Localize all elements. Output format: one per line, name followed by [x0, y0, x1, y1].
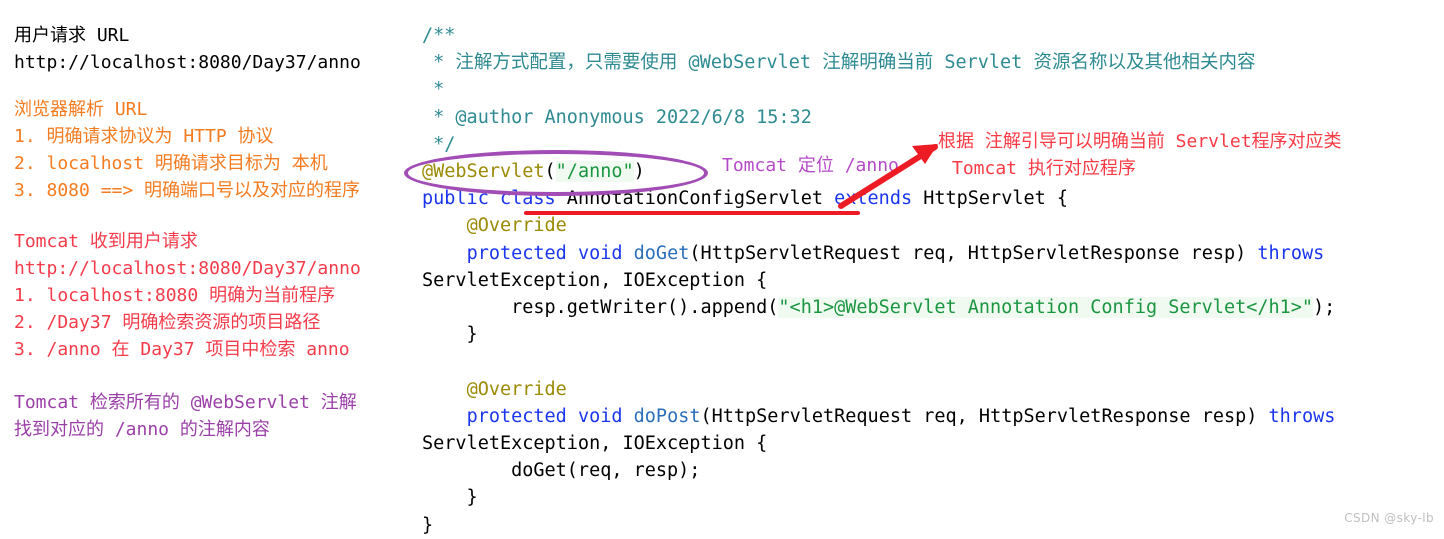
- code-line: * @author Anonymous 2022/6/8 15:32: [422, 104, 1432, 131]
- note-line: 找到对应的 /anno 的注解内容: [14, 419, 270, 440]
- code-line: }: [422, 484, 1432, 511]
- note-line: 浏览器解析 URL: [14, 99, 148, 120]
- code-token-plain: doGet(req, resp);: [422, 460, 701, 482]
- code-token-anno: @Override: [466, 215, 567, 237]
- note-block-tomcat-receives-request: Tomcat 收到用户请求 http://localhost:8080/Day3…: [14, 228, 414, 363]
- annotated-code-figure: 用户请求 URL http://localhost:8080/Day37/ann…: [0, 0, 1444, 536]
- code-line: @Override: [422, 376, 1432, 403]
- code-token-keyword: throws: [1268, 405, 1336, 427]
- code-token-plain: ): [633, 161, 645, 183]
- note-line: 2. /Day37 明确检索资源的项目路径: [14, 312, 321, 333]
- note-line: 1. 明确请求协议为 HTTP 协议: [14, 126, 274, 147]
- java-code-block: /** * 注解方式配置，只需要使用 @WebServlet 注解明确当前 Se…: [422, 22, 1432, 539]
- code-line: protected void doPost(HttpServletRequest…: [422, 403, 1432, 430]
- watermark: CSDN @sky-lb: [1344, 511, 1434, 525]
- code-token-plain: );: [1313, 297, 1336, 319]
- code-token-plain: (HttpServletRequest req, HttpServletResp…: [689, 242, 1258, 264]
- note-line: 3. /anno 在 Day37 项目中检索 anno: [14, 339, 350, 360]
- code-token-plain: }: [422, 487, 478, 509]
- code-token-keyword: extends: [834, 188, 913, 210]
- annotation-red-note-line1: 根据 注解引导可以明确当前 Servlet程序对应类: [938, 131, 1342, 152]
- code-token-method: doGet: [633, 242, 690, 264]
- code-line: }: [422, 512, 1432, 539]
- code-token-keyword: public: [422, 188, 489, 210]
- code-line: }: [422, 321, 1432, 348]
- code-token-anno: @Override: [466, 378, 567, 400]
- code-token-comment: */: [422, 133, 456, 155]
- code-token-keyword: protected: [466, 242, 567, 264]
- code-token-comment: *: [422, 79, 445, 101]
- code-line: *: [422, 76, 1432, 103]
- note-line: 1. localhost:8080 明确为当前程序: [14, 285, 336, 306]
- code-line: ServletException, IOException {: [422, 267, 1432, 294]
- code-token-comment: * @author Anonymous 2022/6/8 15:32: [422, 106, 812, 128]
- code-token-keyword: void: [577, 242, 623, 264]
- code-token-plain: }: [422, 324, 478, 346]
- annotation-tomcat-locate: Tomcat 定位 /anno: [722, 155, 899, 176]
- code-token-anno: @WebServlet: [422, 161, 545, 183]
- code-token-plain: ServletException, IOException {: [422, 433, 768, 455]
- note-line: 3. 8080 ==> 明确端口号以及对应的程序: [14, 180, 361, 201]
- code-token-string: "<h1>@WebServlet Annotation Config Servl…: [778, 297, 1314, 319]
- note-block-tomcat-scans-annotations: Tomcat 检索所有的 @WebServlet 注解 找到对应的 /anno …: [14, 389, 414, 443]
- code-line: @Override: [422, 212, 1432, 239]
- code-token-keyword: throws: [1257, 242, 1325, 264]
- code-token-plain: (HttpServletRequest req, HttpServletResp…: [700, 405, 1269, 427]
- note-block-browser-parse-url: 浏览器解析 URL 1. 明确请求协议为 HTTP 协议 2. localhos…: [14, 96, 414, 204]
- code-line: resp.getWriter().append("<h1>@WebServlet…: [422, 294, 1432, 321]
- code-token-plain: HttpServlet {: [912, 188, 1069, 210]
- code-token-comment: * 注解方式配置，只需要使用 @WebServlet 注解明确当前 Servle…: [422, 52, 1256, 74]
- code-line: @WebServlet("/anno"): [422, 158, 1432, 185]
- note-line: Tomcat 检索所有的 @WebServlet 注解: [14, 392, 357, 413]
- code-line: protected void doGet(HttpServletRequest …: [422, 240, 1432, 267]
- code-token-string: "/anno": [555, 161, 634, 183]
- note-line: http://localhost:8080/Day37/anno: [14, 52, 361, 73]
- code-token-plain: ServletException, IOException {: [422, 269, 768, 291]
- note-block-user-request-url: 用户请求 URL http://localhost:8080/Day37/ann…: [14, 22, 414, 76]
- code-token-keyword: void: [577, 405, 623, 427]
- code-token-keyword: protected: [466, 405, 567, 427]
- code-token-plain: AnnotationConfigServlet: [555, 188, 835, 210]
- code-line: public class AnnotationConfigServlet ext…: [422, 185, 1432, 212]
- red-underline-classname: [524, 211, 860, 215]
- code-token-plain: resp.getWriter().append(: [422, 297, 779, 319]
- note-line: Tomcat 收到用户请求: [14, 231, 198, 252]
- note-line: 2. localhost 明确请求目标为 本机: [14, 153, 328, 174]
- code-line: * 注解方式配置，只需要使用 @WebServlet 注解明确当前 Servle…: [422, 49, 1432, 76]
- annotation-red-note-line2: Tomcat 执行对应程序: [952, 158, 1136, 179]
- code-line: doGet(req, resp);: [422, 457, 1432, 484]
- code-token-comment: /**: [422, 25, 456, 46]
- code-token-keyword: class: [499, 188, 556, 210]
- code-line: ServletException, IOException {: [422, 430, 1432, 457]
- code-token-method: doPost: [633, 405, 701, 427]
- left-notes-column: 用户请求 URL http://localhost:8080/Day37/ann…: [14, 22, 414, 457]
- code-line: /**: [422, 22, 1432, 49]
- note-line: 用户请求 URL: [14, 25, 130, 46]
- note-line: http://localhost:8080/Day37/anno: [14, 258, 361, 279]
- code-token-plain: (: [544, 161, 556, 183]
